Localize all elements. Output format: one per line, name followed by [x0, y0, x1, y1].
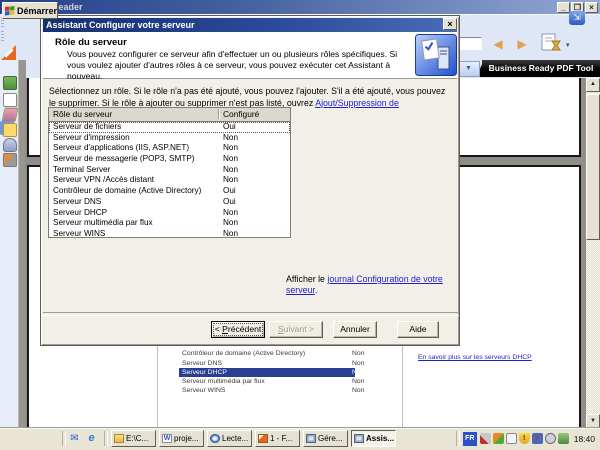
toolbar-grip[interactable] [1, 31, 4, 43]
dialog-header-description: Vous pouvez configurer ce serveur afin d… [67, 49, 405, 82]
folder-icon [114, 434, 124, 443]
signature-icon[interactable] [3, 153, 17, 167]
minimize-button[interactable]: _ [557, 2, 570, 13]
table-row[interactable]: Serveur DNSOui [49, 197, 290, 208]
button-separator [43, 312, 459, 316]
pdf-content-divider [402, 338, 403, 428]
foxit-titlebar[interactable]: 1 - Foxit Reader _ ❐ × [0, 0, 600, 14]
banner-business-ready: Business Ready PDF Tool [482, 60, 600, 77]
role-table: Rôle du serveur Configuré Serveur de fic… [48, 107, 291, 238]
table-row[interactable]: Terminal ServerNon [49, 165, 290, 176]
keys-icon[interactable] [480, 433, 491, 444]
taskbar-item-label: E:\C... [126, 434, 148, 443]
taskbar-items: E:\C... Wproje... Lecte... 1 - F... Gére... A… [111, 430, 396, 447]
pdf-role-table: Serveur VPN/Accès distantNonContrôleur d… [179, 340, 355, 396]
close-button[interactable]: × [585, 2, 598, 13]
updates-icon[interactable] [493, 433, 504, 444]
network-error-icon[interactable]: × [532, 433, 543, 444]
table-row[interactable]: Serveur WINSNon [49, 229, 290, 240]
quicklaunch-mail-icon[interactable]: ✉ [68, 432, 81, 445]
taskbar-item-label: Assis... [366, 434, 394, 443]
table-row[interactable]: Serveur d'impressionNon [49, 133, 290, 144]
pdf-content-divider [157, 338, 158, 428]
taskbar-item-label: Lecte... [222, 434, 248, 443]
antivirus-icon[interactable] [558, 433, 569, 444]
table-row[interactable]: Serveur multimédia par fluxNon [49, 218, 290, 229]
windows-flag-icon [5, 6, 15, 16]
taskbar-item-explorer[interactable]: E:\C... [111, 430, 156, 447]
taskbar-item-server-wizard[interactable]: Assis... [351, 430, 396, 447]
taskbar-item-label: Gére... [318, 434, 342, 443]
cancel-button[interactable]: Annuler [333, 321, 377, 338]
scheduler-icon[interactable] [545, 433, 556, 444]
pdf-table-row: Contrôleur de domaine (Active Directory)… [179, 349, 355, 358]
column-divider [218, 109, 219, 119]
snapshot-tool-icon[interactable] [540, 33, 562, 52]
dialog-title: Assistant Configurer votre serveur [46, 20, 195, 30]
computer-icon [306, 434, 316, 443]
log-text: Afficher le journal Configuration de vot… [286, 274, 454, 296]
tray-icons: !× [480, 433, 569, 444]
taskbar-clock[interactable]: 18:40 [574, 434, 595, 444]
pages-icon[interactable] [3, 93, 17, 107]
taskbar-item-media-player[interactable]: Lecte... [207, 430, 252, 447]
tool-dropdown-icon[interactable]: ▾ [566, 41, 570, 49]
previous-view-icon[interactable]: ◀ [487, 35, 509, 53]
tray-divider [456, 431, 460, 446]
attachments-icon[interactable] [3, 138, 17, 152]
foxit-icon [258, 434, 268, 443]
help-button[interactable]: Aide [397, 321, 439, 338]
dialog-titlebar[interactable]: Assistant Configurer votre serveur [43, 18, 457, 32]
security-shield-icon[interactable]: ! [519, 433, 530, 444]
table-row[interactable]: Serveur d'applications (IIS, ASP.NET)Non [49, 143, 290, 154]
system-tray: FR !× 18:40 [456, 430, 598, 447]
quicklaunch-ie-icon[interactable]: e [85, 432, 98, 445]
pdf-dhcp-link[interactable]: En savoir plus sur les serveurs DHCP [418, 354, 532, 361]
language-indicator[interactable]: FR [463, 432, 477, 446]
pdf-table-row: Serveur DNSNon [179, 359, 355, 368]
start-label: Démarrer [17, 6, 57, 16]
scroll-up-icon[interactable]: ▲ [586, 78, 600, 92]
taskbar-item-manage-server[interactable]: Gére... [303, 430, 348, 447]
column-role: Rôle du serveur [53, 108, 112, 120]
pdf-table-row: Serveur multimédia par fluxNon [179, 377, 355, 386]
pdf-table-row: Serveur WINSNon [179, 386, 355, 395]
taskbar-item-word[interactable]: Wproje... [159, 430, 204, 447]
column-configured: Configuré [223, 108, 259, 120]
table-row[interactable]: Contrôleur de domaine (Active Directory)… [49, 186, 290, 197]
role-table-header: Rôle du serveur Configuré [49, 108, 290, 122]
desktop: 1 - Foxit Reader _ ❐ × ◀ ▶ ▾ ⇲ Business … [0, 0, 600, 450]
bookmarks-icon[interactable] [3, 76, 17, 90]
taskbar-item-foxit[interactable]: 1 - F... [255, 430, 300, 447]
comments-icon[interactable] [3, 123, 17, 137]
table-row[interactable]: Serveur DHCPNon [49, 208, 290, 219]
taskbar-divider [104, 431, 108, 446]
dialog-close-button[interactable]: × [443, 18, 457, 30]
next-view-icon[interactable]: ▶ [511, 35, 533, 53]
table-row[interactable]: Serveur de fichiersOui [49, 122, 290, 133]
dialog-header: Rôle du serveur Vous pouvez configurer c… [43, 32, 457, 79]
scrollbar-thumb[interactable] [586, 94, 600, 240]
wizard-icon [354, 434, 364, 443]
pdf-table-row: Serveur DHCPNon [179, 368, 355, 377]
fullscreen-button[interactable]: ⇲ [569, 11, 585, 25]
word-icon: W [162, 434, 172, 443]
back-button[interactable]: < Précédent [211, 321, 265, 338]
scroll-down-icon[interactable]: ▼ [586, 414, 600, 428]
server-wizard-icon [415, 34, 457, 76]
taskbar-divider [62, 431, 66, 446]
next-button[interactable]: Suivant > [269, 321, 323, 338]
clipboard-icon[interactable] [506, 433, 517, 444]
eraser-icon[interactable] [2, 108, 19, 122]
start-button[interactable]: Démarrer [2, 2, 58, 19]
role-table-body: Serveur de fichiersOuiServeur d'impressi… [49, 122, 290, 240]
server-wizard-dialog: Assistant Configurer votre serveur × Rôl… [40, 15, 460, 346]
table-row[interactable]: Serveur VPN /Accès distantNon [49, 175, 290, 186]
taskbar-item-label: proje... [174, 434, 198, 443]
dialog-header-title: Rôle du serveur [55, 37, 127, 48]
taskbar-item-label: 1 - F... [270, 434, 292, 443]
table-row[interactable]: Serveur de messagerie (POP3, SMTP)Non [49, 154, 290, 165]
player-icon [210, 434, 220, 443]
toolbar-dropdown-button[interactable]: ▼ [457, 61, 480, 77]
